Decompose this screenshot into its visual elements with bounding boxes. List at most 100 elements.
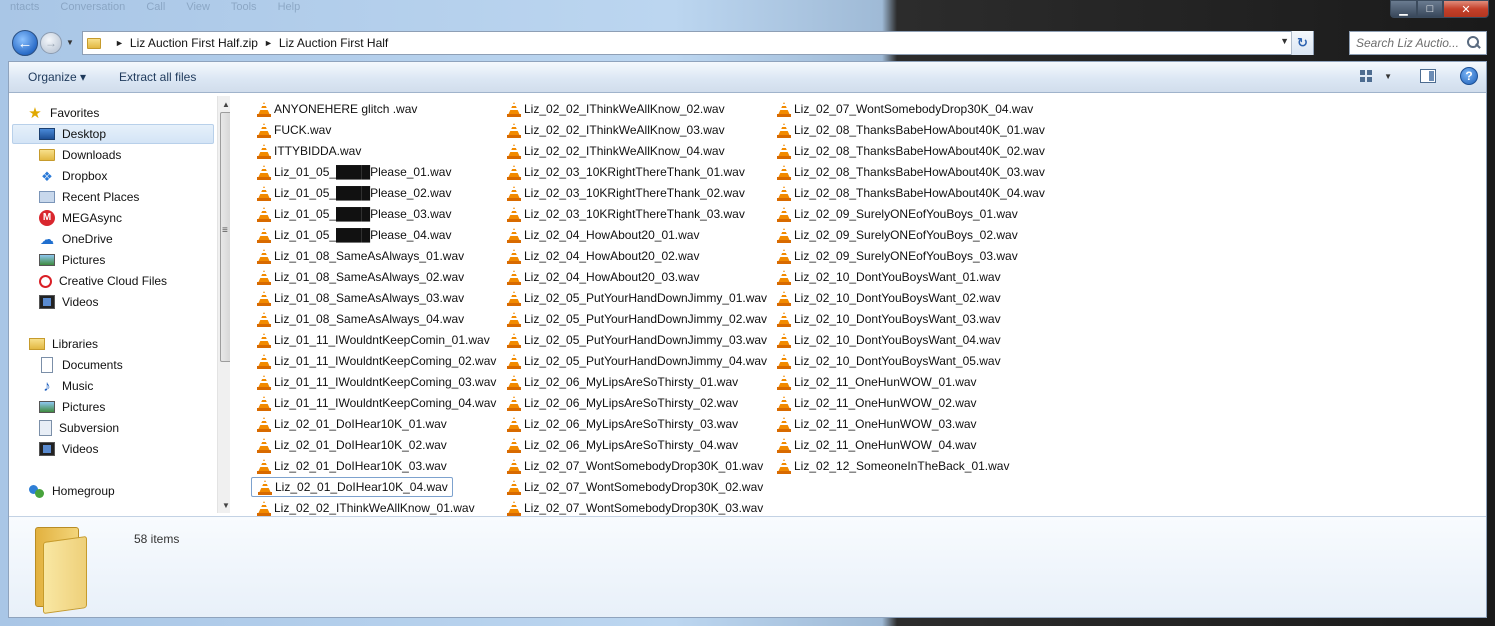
file-item[interactable]: Liz_02_06_MyLipsAreSoThirsty_01.wav bbox=[501, 372, 742, 392]
scroll-down-icon[interactable]: ▼ bbox=[218, 497, 230, 513]
file-item[interactable]: Liz_02_02_IThinkWeAllKnow_02.wav bbox=[501, 99, 729, 119]
sidebar-item-creative-cloud[interactable]: Creative Cloud Files bbox=[39, 271, 167, 291]
sidebar-item-dropbox[interactable]: ❖ Dropbox bbox=[39, 166, 107, 186]
breadcrumb-separator[interactable]: ► bbox=[115, 38, 124, 48]
file-item[interactable]: Liz_02_06_MyLipsAreSoThirsty_03.wav bbox=[501, 414, 742, 434]
file-item[interactable]: Liz_01_05_████Please_02.wav bbox=[251, 183, 455, 203]
sidebar-item-megasync[interactable]: M MEGAsync bbox=[39, 208, 122, 228]
breadcrumb-folder[interactable]: Liz Auction First Half bbox=[279, 36, 388, 50]
file-item[interactable]: Liz_02_08_ThanksBabeHowAbout40K_01.wav bbox=[771, 120, 1049, 140]
file-item[interactable]: Liz_02_09_SurelyONEofYouBoys_02.wav bbox=[771, 225, 1022, 245]
file-item[interactable]: ANYONEHERE glitch .wav bbox=[251, 99, 421, 119]
file-item[interactable]: Liz_01_08_SameAsAlways_03.wav bbox=[251, 288, 468, 308]
file-item[interactable]: Liz_02_03_10KRightThereThank_02.wav bbox=[501, 183, 749, 203]
file-item[interactable]: Liz_02_01_DoIHear10K_02.wav bbox=[251, 435, 451, 455]
refresh-button[interactable]: ↻ bbox=[1291, 31, 1313, 55]
file-item[interactable]: Liz_02_05_PutYourHandDownJimmy_03.wav bbox=[501, 330, 771, 350]
breadcrumb-zip[interactable]: Liz Auction First Half.zip bbox=[130, 36, 258, 50]
file-item[interactable]: Liz_02_04_HowAbout20_02.wav bbox=[501, 246, 703, 266]
sidebar-item-library-pictures[interactable]: Pictures bbox=[39, 397, 105, 417]
forward-button[interactable]: → bbox=[40, 32, 62, 54]
organize-button[interactable]: Organize ▾ bbox=[28, 70, 86, 84]
file-item[interactable]: Liz_02_10_DontYouBoysWant_01.wav bbox=[771, 267, 1005, 287]
file-item[interactable]: Liz_02_07_WontSomebodyDrop30K_03.wav bbox=[501, 498, 767, 517]
scroll-up-icon[interactable]: ▲ bbox=[218, 96, 230, 112]
sidebar-libraries[interactable]: Libraries bbox=[29, 334, 98, 354]
file-item[interactable]: Liz_02_08_ThanksBabeHowAbout40K_03.wav bbox=[771, 162, 1049, 182]
navigation-pane-scrollbar[interactable]: ▲ ▼ bbox=[217, 96, 230, 513]
close-button[interactable]: ✕ bbox=[1443, 0, 1489, 18]
search-input[interactable]: Search Liz Auctio... bbox=[1356, 36, 1464, 50]
maximize-button[interactable]: □ bbox=[1417, 0, 1443, 18]
file-item[interactable]: Liz_02_10_DontYouBoysWant_02.wav bbox=[771, 288, 1005, 308]
minimize-button[interactable]: ▁ bbox=[1390, 0, 1417, 18]
file-item[interactable]: Liz_02_03_10KRightThereThank_03.wav bbox=[501, 204, 749, 224]
file-item[interactable]: Liz_02_03_10KRightThereThank_01.wav bbox=[501, 162, 749, 182]
sidebar-item-library-videos[interactable]: Videos bbox=[39, 439, 98, 459]
file-item[interactable]: Liz_01_08_SameAsAlways_04.wav bbox=[251, 309, 468, 329]
search-box[interactable]: Search Liz Auctio... bbox=[1349, 31, 1487, 55]
file-item[interactable]: Liz_02_06_MyLipsAreSoThirsty_04.wav bbox=[501, 435, 742, 455]
address-bar[interactable]: ► Liz Auction First Half.zip ► Liz Aucti… bbox=[82, 31, 1314, 55]
file-item[interactable]: Liz_02_10_DontYouBoysWant_04.wav bbox=[771, 330, 1005, 350]
sidebar-item-recent-places[interactable]: Recent Places bbox=[39, 187, 139, 207]
address-dropdown-icon[interactable]: ▼ bbox=[1280, 36, 1289, 46]
file-item[interactable]: Liz_02_09_SurelyONEofYouBoys_03.wav bbox=[771, 246, 1022, 266]
file-item[interactable]: Liz_02_10_DontYouBoysWant_05.wav bbox=[771, 351, 1005, 371]
file-item[interactable]: Liz_02_02_IThinkWeAllKnow_01.wav bbox=[251, 498, 479, 517]
search-icon[interactable] bbox=[1464, 34, 1482, 52]
file-item[interactable]: Liz_01_11_IWouldntKeepComin_01.wav bbox=[251, 330, 494, 350]
help-icon[interactable]: ? bbox=[1460, 67, 1478, 85]
file-item[interactable]: Liz_02_01_DoIHear10K_04.wav bbox=[251, 477, 453, 497]
sidebar-item-onedrive[interactable]: ☁ OneDrive bbox=[39, 229, 113, 249]
file-item[interactable]: Liz_02_07_WontSomebodyDrop30K_02.wav bbox=[501, 477, 767, 497]
sidebar-item-music[interactable]: ♪ Music bbox=[39, 376, 93, 396]
file-item[interactable]: Liz_02_02_IThinkWeAllKnow_04.wav bbox=[501, 141, 729, 161]
file-item[interactable]: Liz_02_09_SurelyONEofYouBoys_01.wav bbox=[771, 204, 1022, 224]
file-item[interactable]: Liz_02_02_IThinkWeAllKnow_03.wav bbox=[501, 120, 729, 140]
sidebar-item-documents[interactable]: Documents bbox=[39, 355, 123, 375]
sidebar-homegroup[interactable]: Homegroup bbox=[29, 481, 115, 501]
preview-pane-icon[interactable] bbox=[1420, 69, 1436, 83]
file-item[interactable]: Liz_01_05_████Please_01.wav bbox=[251, 162, 455, 182]
file-item[interactable]: Liz_02_08_ThanksBabeHowAbout40K_04.wav bbox=[771, 183, 1049, 203]
file-item[interactable]: Liz_01_11_IWouldntKeepComing_03.wav bbox=[251, 372, 500, 392]
file-item[interactable]: Liz_01_08_SameAsAlways_02.wav bbox=[251, 267, 468, 287]
file-item[interactable]: Liz_01_05_████Please_04.wav bbox=[251, 225, 455, 245]
sidebar-favorites[interactable]: ★ Favorites bbox=[27, 103, 99, 123]
file-item[interactable]: Liz_02_07_WontSomebodyDrop30K_04.wav bbox=[771, 99, 1037, 119]
sidebar-item-pictures[interactable]: Pictures bbox=[39, 250, 105, 270]
recent-pages-dropdown[interactable]: ▼ bbox=[66, 38, 74, 47]
sidebar-item-videos[interactable]: Videos bbox=[39, 292, 98, 312]
view-options-dropdown[interactable]: ▼ bbox=[1384, 72, 1392, 81]
file-item[interactable]: Liz_01_05_████Please_03.wav bbox=[251, 204, 455, 224]
file-item[interactable]: Liz_01_08_SameAsAlways_01.wav bbox=[251, 246, 468, 266]
file-item[interactable]: Liz_02_01_DoIHear10K_01.wav bbox=[251, 414, 451, 434]
extract-all-button[interactable]: Extract all files bbox=[119, 70, 196, 84]
file-item[interactable]: Liz_02_05_PutYourHandDownJimmy_02.wav bbox=[501, 309, 771, 329]
file-item[interactable]: Liz_02_01_DoIHear10K_03.wav bbox=[251, 456, 451, 476]
file-item[interactable]: Liz_02_11_OneHunWOW_02.wav bbox=[771, 393, 981, 413]
file-item[interactable]: Liz_01_11_IWouldntKeepComing_04.wav bbox=[251, 393, 500, 413]
scroll-thumb[interactable] bbox=[220, 112, 230, 362]
file-item[interactable]: Liz_02_04_HowAbout20_03.wav bbox=[501, 267, 703, 287]
file-item[interactable]: Liz_02_11_OneHunWOW_04.wav bbox=[771, 435, 981, 455]
back-button[interactable]: ← bbox=[12, 30, 38, 56]
file-item[interactable]: Liz_02_10_DontYouBoysWant_03.wav bbox=[771, 309, 1005, 329]
file-item[interactable]: Liz_02_12_SomeoneInTheBack_01.wav bbox=[771, 456, 1013, 476]
file-item[interactable]: ITTYBIDDA.wav bbox=[251, 141, 365, 161]
change-view-icon[interactable] bbox=[1358, 68, 1374, 84]
file-item[interactable]: Liz_02_05_PutYourHandDownJimmy_01.wav bbox=[501, 288, 771, 308]
breadcrumb-separator[interactable]: ► bbox=[264, 38, 273, 48]
file-item[interactable]: Liz_02_08_ThanksBabeHowAbout40K_02.wav bbox=[771, 141, 1049, 161]
file-item[interactable]: Liz_02_06_MyLipsAreSoThirsty_02.wav bbox=[501, 393, 742, 413]
sidebar-item-downloads[interactable]: Downloads bbox=[39, 145, 121, 165]
sidebar-item-subversion[interactable]: Subversion bbox=[39, 418, 119, 438]
file-item[interactable]: Liz_02_05_PutYourHandDownJimmy_04.wav bbox=[501, 351, 771, 371]
sidebar-item-desktop[interactable]: Desktop bbox=[12, 124, 214, 144]
file-item[interactable]: Liz_02_04_HowAbout20_01.wav bbox=[501, 225, 703, 245]
file-item[interactable]: Liz_02_11_OneHunWOW_03.wav bbox=[771, 414, 981, 434]
file-item[interactable]: Liz_02_11_OneHunWOW_01.wav bbox=[771, 372, 981, 392]
file-item[interactable]: FUCK.wav bbox=[251, 120, 335, 140]
file-item[interactable]: Liz_01_11_IWouldntKeepComing_02.wav bbox=[251, 351, 500, 371]
